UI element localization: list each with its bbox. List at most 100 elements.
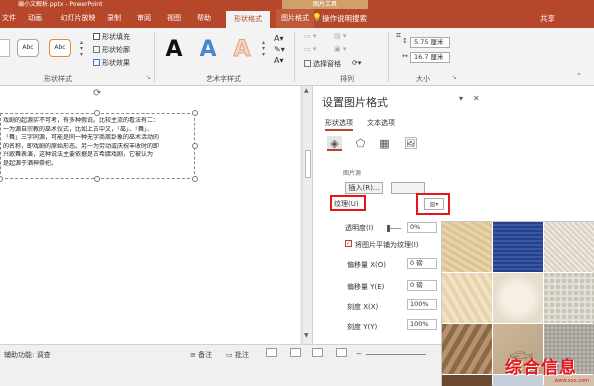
collapse-ribbon-icon[interactable]: ⌃ <box>576 72 582 80</box>
scale-y-label: 刻度 Y(Y) <box>347 323 378 331</box>
tile-checkbox-label: 将图片平铺为纹理(I) <box>355 241 419 249</box>
tab-shape-options[interactable]: 形状选项 <box>325 118 353 131</box>
group-label-size: 大小 <box>416 75 430 83</box>
tab-file[interactable]: 文件 <box>2 9 16 28</box>
gallery-more-icon[interactable]: ▴ ▾ ▾ <box>262 40 265 58</box>
title-bar: 编小文解析.pptx - PowerPoint 图片工具 <box>0 0 594 9</box>
rotate-handle-icon[interactable]: ⟳ <box>93 89 103 99</box>
resize-handle[interactable] <box>192 176 198 182</box>
bring-forward-button[interactable]: ▭ ▾ <box>304 32 316 40</box>
picture-icon[interactable]: 🖼 <box>403 136 418 151</box>
comments-button[interactable]: ▭ 批注 <box>226 350 249 360</box>
divider <box>154 32 155 82</box>
send-backward-button[interactable]: ▭ ▾ <box>304 45 316 53</box>
texture-label: 纹理(U) <box>334 200 359 208</box>
texture-recycled-paper[interactable] <box>544 273 594 323</box>
resize-handle[interactable] <box>0 176 3 182</box>
resize-handle[interactable] <box>94 110 100 116</box>
group-button[interactable]: ▣ ▾ <box>334 45 346 53</box>
texture-newsprint[interactable] <box>493 273 543 323</box>
wordart-style-outline[interactable]: A <box>228 35 256 65</box>
tab-slideshow[interactable]: 幻灯片放映 <box>56 9 100 28</box>
share-button[interactable]: 共享 <box>540 13 555 24</box>
texture-swatch-icon: ▨▾ <box>429 201 439 208</box>
texture-woven-mat[interactable] <box>544 222 594 272</box>
size-properties-icon[interactable]: ▦ <box>377 136 392 151</box>
transparency-slider[interactable] <box>387 225 401 232</box>
notes-button[interactable]: ≡ 备注 <box>190 350 212 360</box>
tab-text-options[interactable]: 文本选项 <box>367 118 395 128</box>
ribbon-tabs: 文件 动画 幻灯片放映 录制 审阅 视图 帮助 形状格式 图片格式 💡 操作说明… <box>0 9 594 28</box>
pane-options-icon[interactable]: ▾ <box>459 94 463 103</box>
zoom-slider[interactable] <box>366 354 426 355</box>
tile-checkbox[interactable]: ✓ <box>345 240 352 247</box>
rotate-button[interactable]: ⟳▾ <box>352 59 361 67</box>
slider-knob[interactable] <box>387 225 390 232</box>
wordart-style-blue[interactable]: A <box>194 35 222 65</box>
slide-sorter-button[interactable] <box>290 348 301 357</box>
dialog-launcher-icon[interactable]: ↘ <box>452 74 457 81</box>
shape-effects-button[interactable]: 形状效果 <box>93 58 130 68</box>
tell-me-search[interactable]: 操作说明搜索 <box>322 13 367 24</box>
tab-picture-format[interactable]: 图片格式 <box>276 9 314 28</box>
align-button[interactable]: ▤ ▾ <box>334 32 346 40</box>
text-fill-icons[interactable]: A▾ ✎▾ A▾ <box>274 33 285 66</box>
width-input[interactable]: 16.7 厘米 <box>410 52 450 63</box>
style-gallery-partial[interactable] <box>0 39 10 57</box>
accessibility-status[interactable]: 辅助功能: 调查 <box>4 350 51 360</box>
normal-view-button[interactable] <box>266 348 277 357</box>
resize-handle[interactable] <box>94 176 100 182</box>
resize-handle[interactable] <box>192 143 198 149</box>
texture-fossil[interactable] <box>442 324 492 374</box>
crop-icon[interactable]: ⌗ <box>396 31 401 41</box>
reading-view-button[interactable] <box>312 348 323 357</box>
vertical-scrollbar[interactable]: ▲ ▼ <box>302 86 312 344</box>
watermark-logo: 综合信息 www.xxx.com <box>505 352 591 384</box>
group-label-shape-styles: 形状样式 <box>44 75 72 83</box>
text-line: 兴歌舞表演，这种说法主要依据是古希腊戏剧，它被认为 <box>3 151 154 159</box>
scroll-up-icon[interactable]: ▲ <box>304 87 309 94</box>
scroll-down-icon[interactable]: ▼ <box>304 332 309 339</box>
zoom-out-icon[interactable]: − <box>356 350 362 358</box>
resize-handle[interactable] <box>192 110 198 116</box>
texture-papyrus[interactable] <box>442 222 492 272</box>
slideshow-button[interactable] <box>336 348 347 357</box>
fill-line-icon[interactable]: ◈ <box>327 136 342 151</box>
slide-canvas[interactable]: ⟳ 戏剧的起源实不可考，有多种假说。比较主流的看法有二： 一为源自宗教的巫术仪式… <box>0 86 300 344</box>
texture-canvas[interactable] <box>442 273 492 323</box>
wordart-style-black[interactable]: A <box>160 35 188 65</box>
tab-help[interactable]: 帮助 <box>194 9 214 28</box>
texture-brown-marble[interactable] <box>442 375 492 386</box>
text-line: 的名称，即戏剧的原始形态。另一为劳动或庆祝丰收时的即 <box>3 142 160 150</box>
dialog-launcher-icon[interactable]: ↘ <box>146 74 151 81</box>
scale-y-input[interactable]: 100% <box>407 319 437 330</box>
tab-review[interactable]: 审阅 <box>134 9 154 28</box>
text-line: 「舞」三字同源，可能是同一种无字商周卦象的巫术活动的 <box>3 134 160 142</box>
close-icon[interactable]: ✕ <box>473 94 480 103</box>
text-line: 是起源于酒神祭祀。 <box>3 159 58 167</box>
tab-view[interactable]: 视图 <box>164 9 184 28</box>
shape-style-sample[interactable]: Abc <box>49 39 71 57</box>
selection-pane-button[interactable]: 选择窗格 <box>304 59 341 69</box>
offset-x-input[interactable]: 0 磅 <box>407 258 437 269</box>
texture-denim[interactable] <box>493 222 543 272</box>
tab-record[interactable]: 录制 <box>104 9 124 28</box>
gallery-more-icon[interactable]: ▴ ▾ ▾ <box>80 40 83 58</box>
status-bar: 辅助功能: 调查 ≡ 备注 ▭ 批注 − <box>0 344 441 386</box>
scroll-thumb[interactable] <box>305 150 311 178</box>
height-input[interactable]: 5.75 厘米 <box>410 37 450 48</box>
divider <box>388 32 389 82</box>
effects-pentagon-icon[interactable]: ⬠ <box>353 136 368 151</box>
window-title: 编小文解析.pptx - PowerPoint <box>18 1 103 8</box>
tab-animation[interactable]: 动画 <box>22 9 48 28</box>
transparency-input[interactable]: 0% <box>407 222 437 233</box>
tab-shape-format[interactable]: 形状格式 <box>226 11 270 28</box>
shape-outline-button[interactable]: 形状轮廓 <box>93 45 130 55</box>
shape-style-sample[interactable]: Abc <box>17 39 39 57</box>
texture-picker-button[interactable]: ▨▾ <box>424 198 444 210</box>
selected-text-box[interactable]: 戏剧的起源实不可考，有多种假说。比较主流的看法有二： 一为源自宗教的巫术仪式，比… <box>0 113 195 179</box>
insert-picture-button[interactable]: 插入(R)... <box>345 182 383 194</box>
shape-fill-button[interactable]: 形状填充 <box>93 32 130 42</box>
scale-x-input[interactable]: 100% <box>407 299 437 310</box>
offset-y-input[interactable]: 0 磅 <box>407 280 437 291</box>
